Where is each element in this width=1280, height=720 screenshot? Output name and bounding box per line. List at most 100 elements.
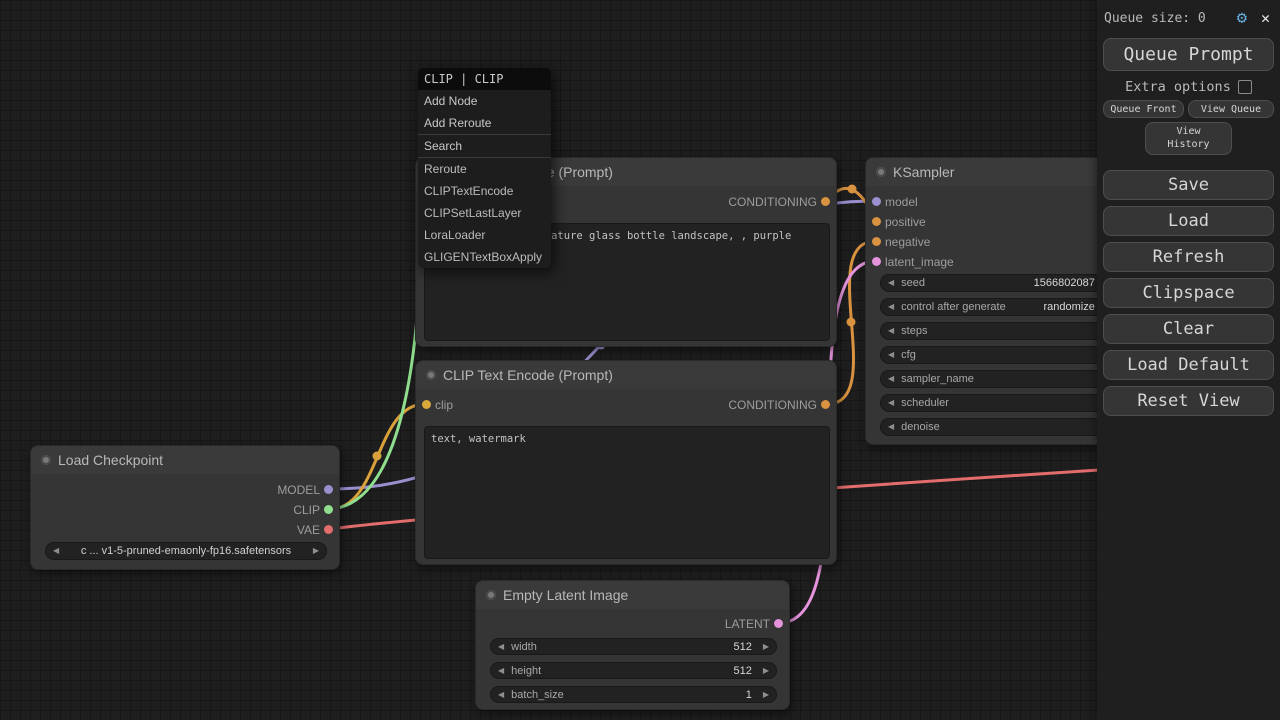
- decrement-arrow-icon[interactable]: ◀: [881, 370, 901, 388]
- widget-label: control after generate: [901, 301, 1006, 313]
- input-slot-model[interactable]: model: [866, 194, 918, 210]
- seed-widget[interactable]: ◀ seed 1566802087 ▶: [880, 274, 1120, 292]
- slot-label: model: [885, 195, 918, 209]
- control-after-generate-widget[interactable]: ◀ control after generate randomize ▶: [880, 298, 1120, 316]
- decrement-arrow-icon[interactable]: ◀: [881, 394, 901, 412]
- decrement-arrow-icon[interactable]: ◀: [881, 418, 901, 436]
- prompt-textarea[interactable]: text, watermark: [424, 426, 830, 559]
- menu-item-clipsetlastlayer[interactable]: CLIPSetLastLayer: [418, 202, 551, 224]
- menu-item-loraloader[interactable]: LoraLoader: [418, 224, 551, 246]
- combo-right-arrow-icon[interactable]: ▶: [306, 542, 326, 560]
- denoise-widget[interactable]: ◀ denoise ▶: [880, 418, 1120, 436]
- input-slot-clip[interactable]: clip: [416, 397, 453, 413]
- load-button[interactable]: Load: [1103, 206, 1274, 236]
- slot-dot-conditioning[interactable]: [821, 197, 830, 206]
- menu-item-add-reroute[interactable]: Add Reroute: [418, 112, 551, 134]
- widget-label: seed: [901, 277, 925, 289]
- input-slot-negative[interactable]: negative: [866, 234, 930, 250]
- context-menu: CLIP | CLIP Add Node Add Reroute Search …: [418, 68, 551, 268]
- slot-dot-model[interactable]: [872, 197, 881, 206]
- slot-dot-positive[interactable]: [872, 217, 881, 226]
- slot-dot-clip[interactable]: [324, 505, 333, 514]
- menu-item-cliptextencode[interactable]: CLIPTextEncode: [418, 180, 551, 202]
- scheduler-widget[interactable]: ◀ scheduler ▶: [880, 394, 1120, 412]
- increment-arrow-icon[interactable]: ▶: [756, 686, 776, 703]
- node-clip-text-encode-negative[interactable]: CLIP Text Encode (Prompt) clip CONDITION…: [415, 360, 837, 565]
- ckpt-name-combo[interactable]: ◀ c ... v1-5-pruned-emaonly-fp16.safeten…: [45, 542, 327, 560]
- menu-item-gligentextboxapply[interactable]: GLIGENTextBoxApply: [418, 246, 551, 268]
- node-title-bar[interactable]: KSampler: [866, 158, 1109, 186]
- menu-item-add-node[interactable]: Add Node: [418, 90, 551, 112]
- output-slot-model[interactable]: MODEL: [277, 482, 339, 498]
- decrement-arrow-icon[interactable]: ◀: [881, 346, 901, 364]
- collapse-dot-icon[interactable]: [426, 370, 436, 380]
- node-ksampler[interactable]: KSampler model positive negative latent_…: [865, 157, 1110, 445]
- slot-label: negative: [885, 235, 930, 249]
- node-title-bar[interactable]: CLIP Text Encode (Prompt): [416, 361, 836, 389]
- settings-gear-icon[interactable]: ⚙: [1237, 8, 1247, 28]
- slot-label: LATENT: [725, 617, 770, 631]
- output-slot-vae[interactable]: VAE: [297, 522, 339, 538]
- save-button[interactable]: Save: [1103, 170, 1274, 200]
- slot-dot-latent[interactable]: [774, 619, 783, 628]
- output-slot-latent[interactable]: LATENT: [725, 616, 789, 632]
- reset-view-button[interactable]: Reset View: [1103, 386, 1274, 416]
- view-history-button[interactable]: View History: [1145, 122, 1232, 155]
- decrement-arrow-icon[interactable]: ◀: [491, 638, 511, 655]
- node-graph-canvas[interactable]: CLIP Text Encode (Prompt) clip CONDITION…: [0, 0, 1280, 720]
- node-load-checkpoint[interactable]: Load Checkpoint MODEL CLIP VAE ◀ c ... v…: [30, 445, 340, 570]
- slot-dot-clip[interactable]: [422, 400, 431, 409]
- load-default-button[interactable]: Load Default: [1103, 350, 1274, 380]
- slot-label: MODEL: [277, 483, 320, 497]
- node-title: Empty Latent Image: [503, 587, 628, 603]
- clear-button[interactable]: Clear: [1103, 314, 1274, 344]
- link-midpoint-dot-negative: [847, 318, 856, 327]
- view-queue-button[interactable]: View Queue: [1188, 100, 1274, 118]
- increment-arrow-icon[interactable]: ▶: [756, 638, 776, 655]
- input-slot-positive[interactable]: positive: [866, 214, 926, 230]
- menu-item-reroute[interactable]: Reroute: [418, 158, 551, 180]
- steps-widget[interactable]: ◀ steps ▶: [880, 322, 1120, 340]
- queue-size-label: Queue size: 0: [1104, 11, 1206, 26]
- decrement-arrow-icon[interactable]: ◀: [491, 662, 511, 679]
- extra-options-checkbox[interactable]: [1238, 80, 1252, 94]
- slot-dot-model[interactable]: [324, 485, 333, 494]
- node-title-bar[interactable]: Empty Latent Image: [476, 581, 789, 609]
- menu-search-input[interactable]: Search: [418, 134, 551, 158]
- refresh-button[interactable]: Refresh: [1103, 242, 1274, 272]
- decrement-arrow-icon[interactable]: ◀: [491, 686, 511, 703]
- batch-size-widget[interactable]: ◀ batch_size 1 ▶: [490, 686, 777, 703]
- height-widget[interactable]: ◀ height 512 ▶: [490, 662, 777, 679]
- node-title-bar[interactable]: Load Checkpoint: [31, 446, 339, 474]
- decrement-arrow-icon[interactable]: ◀: [881, 274, 901, 292]
- input-slot-latent-image[interactable]: latent_image: [866, 254, 954, 270]
- slot-dot-vae[interactable]: [324, 525, 333, 534]
- combo-left-arrow-icon[interactable]: ◀: [46, 542, 66, 560]
- decrement-arrow-icon[interactable]: ◀: [881, 322, 901, 340]
- ckpt-name-value: c ... v1-5-pruned-emaonly-fp16.safetenso…: [66, 545, 306, 557]
- output-slot-conditioning[interactable]: CONDITIONING: [728, 194, 836, 210]
- slot-dot-conditioning[interactable]: [821, 400, 830, 409]
- collapse-dot-icon[interactable]: [41, 455, 51, 465]
- increment-arrow-icon[interactable]: ▶: [756, 662, 776, 679]
- sampler-name-widget[interactable]: ◀ sampler_name ▶: [880, 370, 1120, 388]
- decrement-arrow-icon[interactable]: ◀: [881, 298, 901, 316]
- collapse-dot-icon[interactable]: [486, 590, 496, 600]
- slot-dot-negative[interactable]: [872, 237, 881, 246]
- slot-label: CONDITIONING: [728, 398, 817, 412]
- cfg-widget[interactable]: ◀ cfg ▶: [880, 346, 1120, 364]
- comfy-menu-panel: Queue size: 0 ⚙ ✕ Queue Prompt Extra opt…: [1097, 0, 1280, 720]
- widget-value: randomize: [1043, 301, 1098, 313]
- queue-front-button[interactable]: Queue Front: [1103, 100, 1184, 118]
- collapse-dot-icon[interactable]: [876, 167, 886, 177]
- width-widget[interactable]: ◀ width 512 ▶: [490, 638, 777, 655]
- queue-prompt-button[interactable]: Queue Prompt: [1103, 38, 1274, 71]
- node-empty-latent-image[interactable]: Empty Latent Image LATENT ◀ width 512 ▶ …: [475, 580, 790, 710]
- node-title: Load Checkpoint: [58, 452, 163, 468]
- widget-value: 512: [733, 665, 755, 677]
- output-slot-conditioning[interactable]: CONDITIONING: [728, 397, 836, 413]
- slot-dot-latent-image[interactable]: [872, 257, 881, 266]
- output-slot-clip[interactable]: CLIP: [293, 502, 339, 518]
- close-icon[interactable]: ✕: [1261, 9, 1270, 27]
- clipspace-button[interactable]: Clipspace: [1103, 278, 1274, 308]
